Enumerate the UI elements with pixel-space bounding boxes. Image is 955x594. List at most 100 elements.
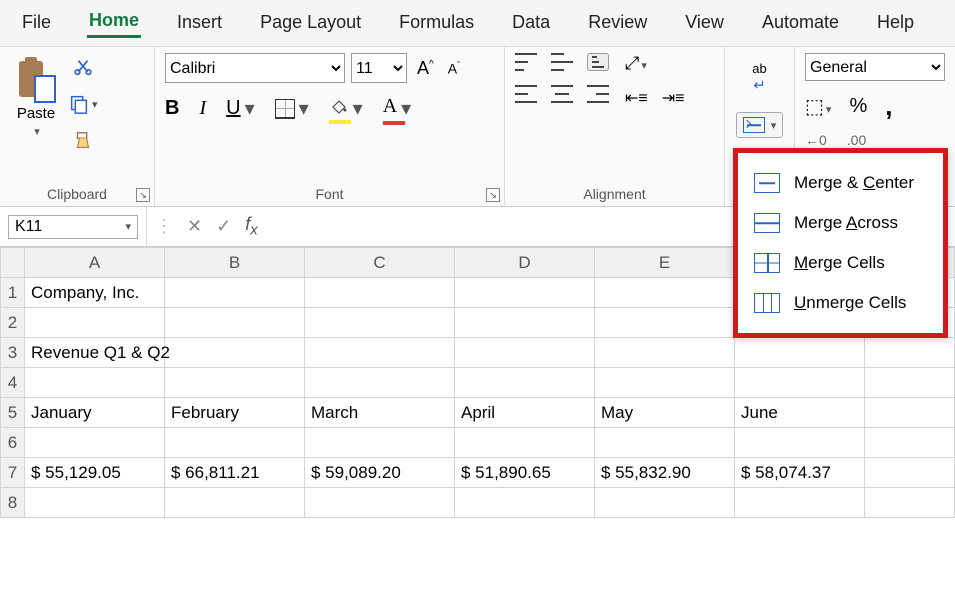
bold-button[interactable]: B [165, 97, 179, 120]
cell[interactable] [305, 278, 455, 308]
paste-button[interactable]: Paste ▾ [10, 53, 62, 140]
number-format-select[interactable]: General [805, 53, 945, 81]
chevron-down-icon[interactable]: ▾ [401, 96, 411, 121]
row-header-6[interactable]: 6 [1, 428, 25, 458]
col-header-D[interactable]: D [455, 248, 595, 278]
cell[interactable] [455, 488, 595, 518]
cell[interactable]: January [25, 398, 165, 428]
menu-insert[interactable]: Insert [175, 8, 224, 37]
cell[interactable] [595, 308, 735, 338]
format-painter-button[interactable] [72, 129, 94, 153]
increase-decimal-button[interactable]: ←0 [805, 132, 827, 148]
menu-automate[interactable]: Automate [760, 8, 841, 37]
cell[interactable] [25, 368, 165, 398]
align-middle-button[interactable] [551, 53, 573, 71]
cell[interactable] [25, 428, 165, 458]
cell[interactable] [865, 458, 955, 488]
cell[interactable] [455, 338, 595, 368]
cell[interactable] [305, 488, 455, 518]
align-top-button[interactable] [515, 53, 537, 71]
cell[interactable] [305, 308, 455, 338]
cell[interactable]: $ 66,811.21 [165, 458, 305, 488]
cell[interactable] [165, 278, 305, 308]
cell[interactable] [165, 308, 305, 338]
cell[interactable] [735, 368, 865, 398]
wrap-text-button[interactable]: ab ↵ [752, 61, 766, 94]
chevron-down-icon[interactable]: ▾ [771, 119, 777, 132]
cell[interactable]: March [305, 398, 455, 428]
align-center-h-button[interactable] [551, 85, 573, 103]
cell[interactable] [865, 488, 955, 518]
cell[interactable] [305, 368, 455, 398]
row-header-4[interactable]: 4 [1, 368, 25, 398]
cell[interactable] [865, 398, 955, 428]
row-header-3[interactable]: 3 [1, 338, 25, 368]
cell[interactable]: $ 59,089.20 [305, 458, 455, 488]
cell[interactable] [735, 338, 865, 368]
italic-button[interactable]: I [199, 97, 206, 120]
merge-and-center-item[interactable]: Merge & Center [742, 163, 939, 203]
cell[interactable] [595, 428, 735, 458]
cut-button[interactable] [72, 57, 94, 79]
menu-page-layout[interactable]: Page Layout [258, 8, 363, 37]
cell[interactable]: $ 55,129.05 [25, 458, 165, 488]
cell[interactable] [595, 338, 735, 368]
align-left-button[interactable] [515, 85, 537, 103]
row-header-5[interactable]: 5 [1, 398, 25, 428]
cell[interactable] [595, 488, 735, 518]
insert-function-button[interactable]: fx [245, 214, 258, 239]
chevron-down-icon[interactable]: ▾ [125, 220, 131, 233]
merge-cells-item[interactable]: Merge Cells [742, 243, 939, 283]
merge-across-item[interactable]: Merge Across [742, 203, 939, 243]
cell[interactable] [165, 338, 305, 368]
cell[interactable]: May [595, 398, 735, 428]
chevron-down-icon[interactable]: ▾ [245, 96, 255, 121]
menu-home[interactable]: Home [87, 6, 141, 38]
decrease-font-button[interactable]: Aˇ [444, 58, 464, 79]
col-header-A[interactable]: A [25, 248, 165, 278]
row-header-8[interactable]: 8 [1, 488, 25, 518]
cell[interactable] [165, 488, 305, 518]
cell[interactable] [305, 338, 455, 368]
cell[interactable]: Revenue Q1 & Q2 [25, 338, 165, 368]
copy-button[interactable]: ▾ [68, 93, 98, 115]
font-size-select[interactable]: 11 [351, 53, 407, 83]
orientation-button[interactable]: ⤢▾ [625, 53, 685, 74]
cell[interactable] [595, 368, 735, 398]
cell[interactable]: $ 51,890.65 [455, 458, 595, 488]
chevron-down-icon[interactable]: ▾ [92, 98, 98, 111]
clipboard-launcher[interactable]: ↘ [136, 188, 150, 202]
cell[interactable] [595, 278, 735, 308]
menu-view[interactable]: View [683, 8, 726, 37]
cell[interactable] [305, 428, 455, 458]
cell[interactable]: Company, Inc. [25, 278, 165, 308]
cell[interactable] [455, 368, 595, 398]
cell[interactable] [165, 428, 305, 458]
font-name-select[interactable]: Calibri [165, 53, 345, 83]
cell[interactable] [455, 428, 595, 458]
unmerge-cells-item[interactable]: Unmerge Cells [742, 283, 939, 323]
chevron-down-icon[interactable]: ▾ [353, 96, 363, 121]
cell[interactable] [865, 428, 955, 458]
font-color-button[interactable]: A ▾ [383, 95, 412, 122]
confirm-formula-button[interactable]: ✓ [216, 216, 231, 237]
row-header-7[interactable]: 7 [1, 458, 25, 488]
increase-indent-button[interactable]: ⇥≡ [662, 88, 685, 108]
borders-button[interactable]: ▾ [275, 96, 309, 121]
cell[interactable]: April [455, 398, 595, 428]
cell[interactable] [735, 488, 865, 518]
row-header-2[interactable]: 2 [1, 308, 25, 338]
align-right-button[interactable] [587, 85, 609, 103]
cell[interactable] [455, 308, 595, 338]
cell[interactable] [25, 308, 165, 338]
cell[interactable] [165, 368, 305, 398]
row-header-1[interactable]: 1 [1, 278, 25, 308]
cell[interactable] [865, 368, 955, 398]
cell[interactable]: $ 58,074.37 [735, 458, 865, 488]
percent-format-button[interactable]: % [849, 95, 867, 118]
cell[interactable]: $ 55,832.90 [595, 458, 735, 488]
cell[interactable] [865, 338, 955, 368]
decrease-decimal-button[interactable]: .00 [847, 132, 866, 148]
chevron-down-icon[interactable]: ▾ [34, 125, 40, 138]
cancel-formula-button[interactable]: ✕ [187, 216, 202, 237]
